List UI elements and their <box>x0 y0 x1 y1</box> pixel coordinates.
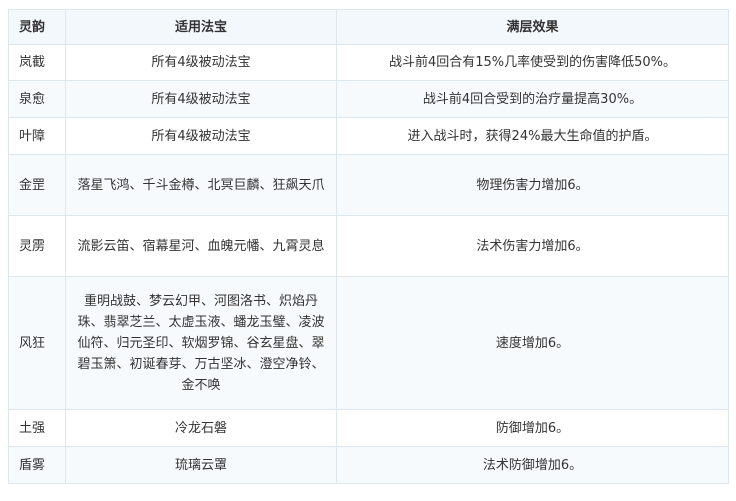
header-applicable-treasures: 适用法宝 <box>65 9 337 45</box>
cell-full-stack-effect: 速度增加6。 <box>336 276 729 410</box>
cell-applicable-treasures: 所有4级被动法宝 <box>65 117 337 155</box>
cell-full-stack-effect: 战斗前4回合受到的治疗量提高30%。 <box>336 80 729 118</box>
cell-applicable-treasures: 冷龙石磐 <box>65 409 337 447</box>
table-row: 岚截 所有4级被动法宝 战斗前4回合有15%几率使受到的伤害降低50%。 <box>8 44 729 81</box>
cell-applicable-treasures: 流影云笛、宿幕星河、血魄元幡、九霄灵息 <box>65 215 337 277</box>
cell-spirit-name: 土强 <box>8 409 66 447</box>
spirit-effects-table: 灵韵 适用法宝 满层效果 岚截 所有4级被动法宝 战斗前4回合有15%几率使受到的伤… <box>8 9 729 484</box>
cell-applicable-treasures: 重明战鼓、梦云幻甲、河图洛书、炽焰丹珠、翡翠芝兰、太虚玉液、蟠龙玉璧、凌波仙符、… <box>65 276 337 410</box>
cell-full-stack-effect: 进入战斗时，获得24%最大生命值的护盾。 <box>336 117 729 155</box>
cell-applicable-treasures: 落星飞鸿、千斗金樽、北冥巨麟、狂飙天爪 <box>65 154 337 216</box>
cell-applicable-treasures: 所有4级被动法宝 <box>65 44 337 81</box>
table-row: 叶障 所有4级被动法宝 进入战斗时，获得24%最大生命值的护盾。 <box>8 117 729 155</box>
cell-full-stack-effect: 防御增加6。 <box>336 409 729 447</box>
table-row: 盾雾 琉璃云罩 法术防御增加6。 <box>8 446 729 484</box>
header-spirit: 灵韵 <box>8 9 66 45</box>
cell-spirit-name: 泉愈 <box>8 80 66 118</box>
table-header-row: 灵韵 适用法宝 满层效果 <box>8 9 729 45</box>
cell-spirit-name: 金罡 <box>8 154 66 216</box>
cell-full-stack-effect: 法术伤害力增加6。 <box>336 215 729 277</box>
table-row: 土强 冷龙石磐 防御增加6。 <box>8 409 729 447</box>
cell-spirit-name: 灵雳 <box>8 215 66 277</box>
cell-full-stack-effect: 法术防御增加6。 <box>336 446 729 484</box>
cell-spirit-name: 盾雾 <box>8 446 66 484</box>
cell-applicable-treasures: 所有4级被动法宝 <box>65 80 337 118</box>
table-row: 金罡 落星飞鸿、千斗金樽、北冥巨麟、狂飙天爪 物理伤害力增加6。 <box>8 154 729 216</box>
cell-spirit-name: 叶障 <box>8 117 66 155</box>
cell-full-stack-effect: 物理伤害力增加6。 <box>336 154 729 216</box>
cell-spirit-name: 风狂 <box>8 276 66 410</box>
table-row: 风狂 重明战鼓、梦云幻甲、河图洛书、炽焰丹珠、翡翠芝兰、太虚玉液、蟠龙玉璧、凌波仙… <box>8 276 729 410</box>
table-row: 泉愈 所有4级被动法宝 战斗前4回合受到的治疗量提高30%。 <box>8 80 729 118</box>
page: 灵韵 适用法宝 满层效果 岚截 所有4级被动法宝 战斗前4回合有15%几率使受到的伤… <box>0 0 736 501</box>
cell-applicable-treasures: 琉璃云罩 <box>65 446 337 484</box>
table-row: 灵雳 流影云笛、宿幕星河、血魄元幡、九霄灵息 法术伤害力增加6。 <box>8 215 729 277</box>
header-full-stack-effect: 满层效果 <box>336 9 729 45</box>
cell-spirit-name: 岚截 <box>8 44 66 81</box>
cell-full-stack-effect: 战斗前4回合有15%几率使受到的伤害降低50%。 <box>336 44 729 81</box>
table-body: 岚截 所有4级被动法宝 战斗前4回合有15%几率使受到的伤害降低50%。 泉愈 所有4级… <box>8 44 729 484</box>
